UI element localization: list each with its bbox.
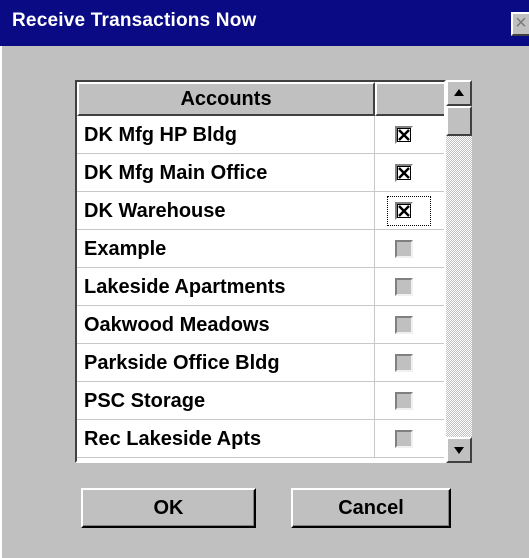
table-row[interactable]: DK Mfg Main Office bbox=[77, 154, 444, 192]
table-row[interactable]: Parkside Office Bldg bbox=[77, 344, 444, 382]
account-name: Rec Lakeside Apts bbox=[84, 428, 262, 450]
scroll-thumb[interactable] bbox=[446, 106, 472, 136]
arrow-down-icon bbox=[454, 447, 464, 454]
account-checkbox[interactable] bbox=[395, 126, 413, 144]
cancel-button[interactable]: Cancel bbox=[291, 488, 451, 528]
select-cell bbox=[375, 306, 444, 344]
account-checkbox[interactable] bbox=[395, 240, 413, 258]
account-checkbox[interactable] bbox=[395, 202, 413, 220]
close-icon[interactable]: × bbox=[511, 12, 529, 36]
account-name: Oakwood Meadows bbox=[84, 314, 270, 336]
arrow-up-icon bbox=[454, 89, 464, 96]
table-row[interactable]: PSC Storage bbox=[77, 382, 444, 420]
account-name: Lakeside Apartments bbox=[84, 276, 286, 298]
account-checkbox[interactable] bbox=[395, 316, 413, 334]
checkmark-icon bbox=[398, 129, 410, 141]
select-cell bbox=[375, 420, 444, 458]
select-cell bbox=[375, 154, 444, 192]
window-edge bbox=[0, 46, 2, 558]
column-header-select[interactable] bbox=[375, 82, 444, 116]
account-name: PSC Storage bbox=[84, 390, 206, 412]
account-checkbox[interactable] bbox=[395, 164, 413, 182]
account-name: DK Mfg Main Office bbox=[84, 162, 268, 184]
row-separator bbox=[77, 457, 444, 458]
account-checkbox[interactable] bbox=[395, 430, 413, 448]
account-checkbox[interactable] bbox=[395, 392, 413, 410]
receive-transactions-dialog: Receive Transactions Now × Accounts DK M… bbox=[0, 0, 529, 558]
account-name: DK Mfg HP Bldg bbox=[84, 124, 237, 146]
select-cell bbox=[375, 344, 444, 382]
table-row[interactable]: Oakwood Meadows bbox=[77, 306, 444, 344]
table-row[interactable]: DK Warehouse bbox=[77, 192, 444, 230]
ok-button[interactable]: OK bbox=[81, 488, 256, 528]
accounts-list: DK Mfg HP Bldg DK Mfg Main Office DK Wareh… bbox=[77, 116, 444, 461]
table-row[interactable]: Lakeside Apartments bbox=[77, 268, 444, 306]
account-checkbox[interactable] bbox=[395, 278, 413, 296]
table-row[interactable]: Rec Lakeside Apts bbox=[77, 420, 444, 458]
checkmark-icon bbox=[398, 167, 410, 179]
select-cell bbox=[375, 268, 444, 306]
table-row[interactable]: DK Mfg HP Bldg bbox=[77, 116, 444, 154]
accounts-table: Accounts DK Mfg HP Bldg DK Mfg Main Offic… bbox=[75, 80, 446, 463]
account-name: Parkside Office Bldg bbox=[84, 352, 280, 374]
scroll-down-button[interactable] bbox=[446, 437, 472, 463]
checkmark-icon bbox=[398, 205, 410, 217]
window-title: Receive Transactions Now bbox=[12, 10, 257, 31]
title-bar[interactable]: Receive Transactions Now × bbox=[0, 0, 529, 46]
scroll-up-button[interactable] bbox=[446, 80, 472, 106]
account-name: DK Warehouse bbox=[84, 200, 226, 222]
select-cell bbox=[375, 116, 444, 154]
select-cell bbox=[375, 192, 444, 230]
select-cell bbox=[375, 382, 444, 420]
vertical-scrollbar[interactable] bbox=[446, 80, 472, 463]
account-name: Example bbox=[84, 238, 167, 260]
select-cell bbox=[375, 230, 444, 268]
table-row[interactable]: Example bbox=[77, 230, 444, 268]
account-checkbox[interactable] bbox=[395, 354, 413, 372]
column-header-accounts[interactable]: Accounts bbox=[77, 82, 375, 116]
